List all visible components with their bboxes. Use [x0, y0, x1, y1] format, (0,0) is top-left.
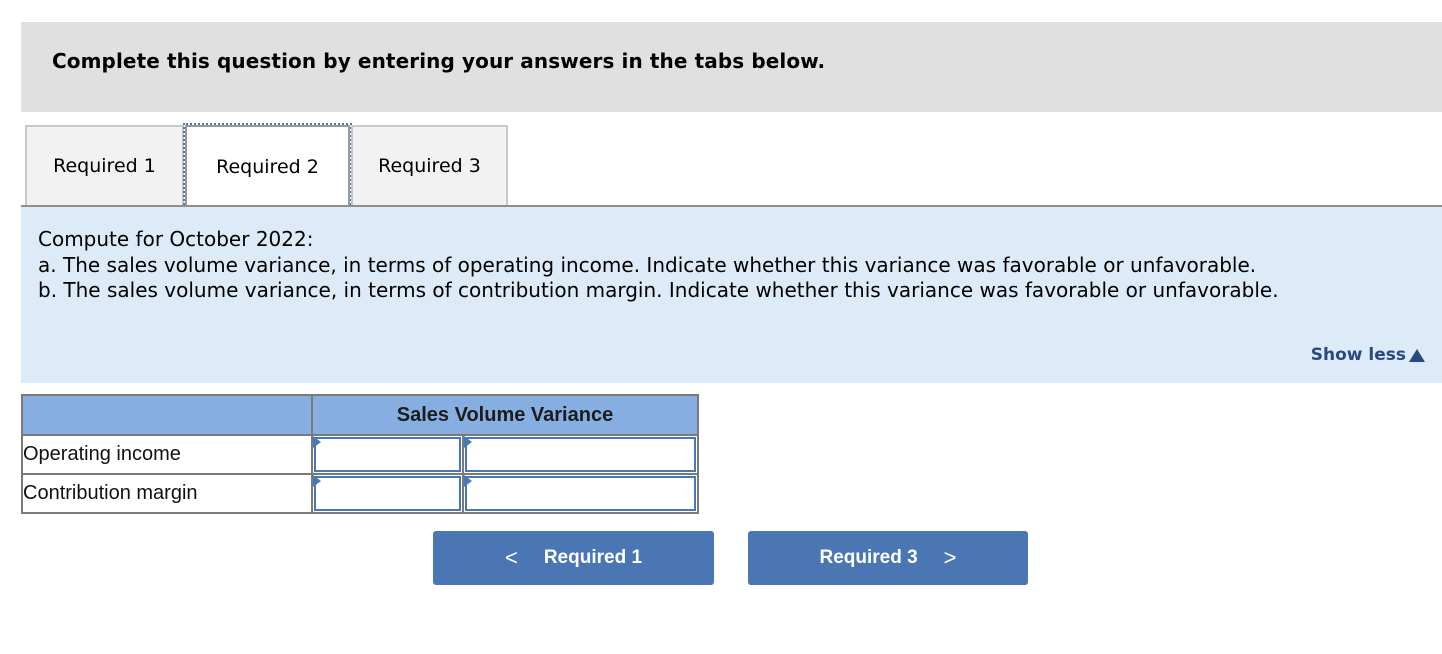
- row-label: Operating income: [21, 434, 313, 475]
- next-required-3-button[interactable]: Required 3 >: [748, 531, 1028, 585]
- chevron-left-icon: <: [504, 545, 518, 570]
- input-flag-icon: [313, 436, 321, 448]
- instructions-panel: Compute for October 2022: a. The sales v…: [21, 207, 1442, 383]
- question-header: Complete this question by entering your …: [21, 22, 1442, 112]
- contribution-margin-amount-input[interactable]: [316, 478, 459, 509]
- instruction-line: b. The sales volume variance, in terms o…: [38, 278, 1279, 302]
- table-row: Operating income: [21, 434, 700, 475]
- header-blank-cell: [21, 394, 313, 436]
- input-flag-icon: [313, 475, 321, 487]
- instruction-line: a. The sales volume variance, in terms o…: [38, 253, 1257, 277]
- header-instruction: Complete this question by entering your …: [52, 49, 826, 73]
- triangle-up-icon: [1409, 348, 1425, 362]
- operating-income-amount-input[interactable]: [316, 439, 459, 470]
- type-cell: [461, 473, 700, 514]
- operating-income-type-select[interactable]: [466, 439, 694, 470]
- table-header-row: Sales Volume Variance: [21, 394, 699, 436]
- instruction-line: Compute for October 2022:: [38, 227, 314, 251]
- amount-cell: [311, 473, 464, 514]
- prev-button-label: Required 1: [543, 547, 643, 568]
- show-less-label: Show less: [1310, 345, 1406, 365]
- contribution-margin-type-select[interactable]: [466, 478, 694, 509]
- tab-required-1[interactable]: Required 1: [25, 125, 184, 205]
- chevron-right-icon: >: [943, 545, 957, 570]
- tab-required-3[interactable]: Required 3: [351, 125, 508, 205]
- type-cell: [461, 434, 700, 475]
- column-header: Sales Volume Variance: [311, 394, 699, 436]
- prev-required-1-button[interactable]: < Required 1: [433, 531, 714, 585]
- input-flag-icon: [463, 475, 472, 487]
- row-label: Contribution margin: [21, 473, 313, 514]
- answer-table: Sales Volume Variance Operating income C…: [21, 394, 700, 514]
- show-less-toggle[interactable]: Show less: [1311, 345, 1425, 365]
- tab-required-2[interactable]: Required 2: [183, 123, 352, 209]
- amount-cell: [311, 434, 464, 475]
- next-button-label: Required 3: [819, 547, 918, 568]
- table-row: Contribution margin: [21, 473, 700, 514]
- input-flag-icon: [463, 436, 472, 448]
